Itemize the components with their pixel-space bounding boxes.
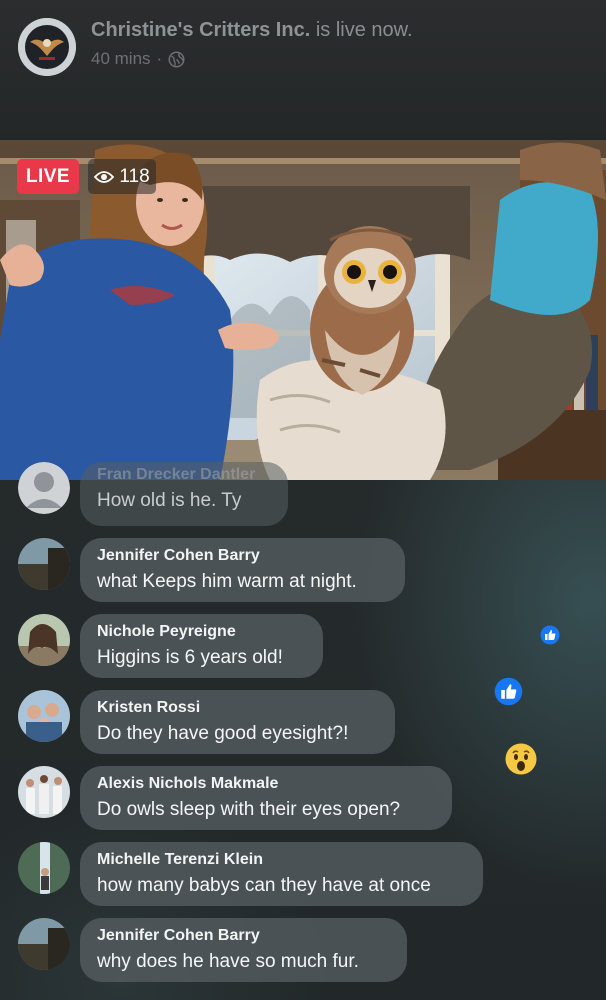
comment-text: why does he have so much fur.: [97, 951, 359, 972]
wow-icon: [505, 743, 537, 775]
comment-bubble[interactable]: Nichole Peyreigne Higgins is 6 years old…: [80, 614, 323, 678]
live-header: Christine's Critters Inc. is live now. 4…: [0, 0, 606, 140]
comment-bubble[interactable]: Jennifer Cohen Barry what Keeps him warm…: [80, 538, 405, 602]
commenter-avatar[interactable]: [18, 918, 70, 970]
comment-bubble[interactable]: Fran Drecker Dantler How old is he. Ty: [80, 462, 288, 526]
live-status-text: is live now.: [315, 19, 413, 41]
comment-bubble[interactable]: Alexis Nichols Makmale Do owls sleep wit…: [80, 766, 452, 830]
commenter-name[interactable]: Jennifer Cohen Barry: [97, 547, 260, 565]
comment-bubble[interactable]: Kristen Rossi Do they have good eyesight…: [80, 690, 395, 754]
post-meta: 40 mins ·: [91, 49, 185, 69]
commenter-avatar[interactable]: [18, 462, 70, 514]
comment-item: Fran Drecker Dantler How old is he. Ty: [0, 462, 606, 530]
commenter-name[interactable]: Kristen Rossi: [97, 699, 200, 717]
page-name[interactable]: Christine's Critters Inc.: [91, 19, 310, 41]
comment-bubble[interactable]: Michelle Terenzi Klein how many babys ca…: [80, 842, 483, 906]
like-icon: [494, 677, 523, 706]
commenter-name[interactable]: Alexis Nichols Makmale: [97, 775, 278, 793]
comment-text: Higgins is 6 years old!: [97, 647, 283, 668]
time-ago[interactable]: 40 mins: [91, 49, 151, 69]
comment-text: what Keeps him warm at night.: [97, 571, 357, 592]
meta-separator: ·: [156, 49, 163, 68]
commenter-name[interactable]: Jennifer Cohen Barry: [97, 927, 260, 945]
comment-text: Do they have good eyesight?!: [97, 723, 349, 744]
comment-item: Alexis Nichols Makmale Do owls sleep wit…: [0, 766, 606, 836]
commenter-name[interactable]: Nichole Peyreigne: [97, 623, 236, 641]
like-icon: [540, 625, 560, 645]
live-title: Christine's Critters Inc. is live now.: [91, 19, 413, 42]
viewer-count-badge: 118: [88, 159, 156, 194]
comment-bubble[interactable]: Jennifer Cohen Barry why does he have so…: [80, 918, 407, 982]
commenter-name[interactable]: Michelle Terenzi Klein: [97, 851, 263, 869]
viewer-count: 118: [119, 165, 150, 187]
commenter-avatar[interactable]: [18, 766, 70, 818]
comment-text: Do owls sleep with their eyes open?: [97, 799, 401, 820]
commenter-avatar[interactable]: [18, 614, 70, 666]
live-label: LIVE: [25, 165, 71, 187]
comment-text: How old is he. Ty: [97, 490, 242, 511]
globe-icon: [168, 51, 185, 67]
eye-icon: [94, 170, 115, 183]
comment-text: how many babys can they have at once: [97, 875, 431, 896]
comment-item: Jennifer Cohen Barry why does he have so…: [0, 918, 606, 988]
live-badge: LIVE: [17, 159, 79, 194]
commenter-avatar[interactable]: [18, 842, 70, 894]
comment-item: Michelle Terenzi Klein how many babys ca…: [0, 842, 606, 912]
commenter-name[interactable]: Fran Drecker Dantler: [97, 466, 255, 484]
comment-item: Jennifer Cohen Barry what Keeps him warm…: [0, 538, 606, 608]
comment-item: Nichole Peyreigne Higgins is 6 years old…: [0, 614, 606, 684]
page-avatar[interactable]: [18, 18, 76, 76]
commenter-avatar[interactable]: [18, 690, 70, 742]
commenter-avatar[interactable]: [18, 538, 70, 590]
